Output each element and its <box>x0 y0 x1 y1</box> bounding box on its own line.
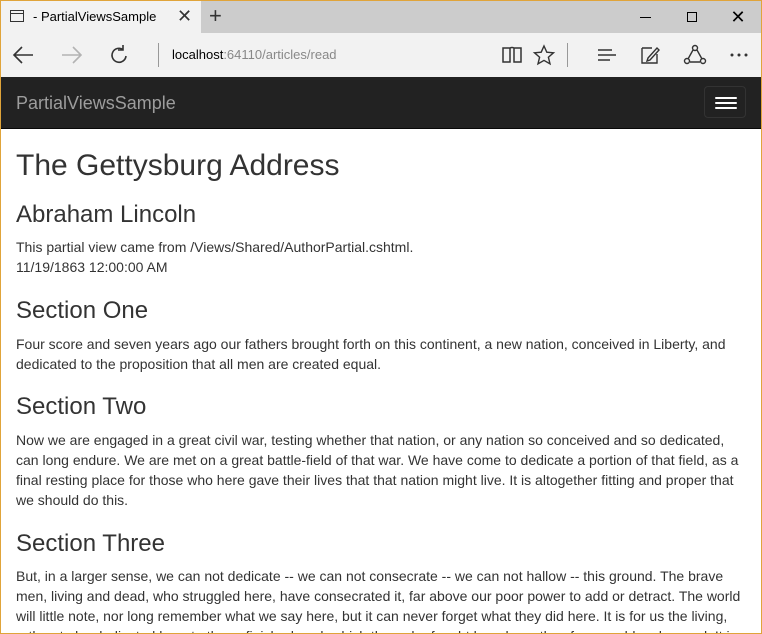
hamburger-icon-bar <box>715 102 737 104</box>
site-navbar: PartialViewsSample <box>1 77 761 129</box>
more-icon <box>730 53 748 57</box>
url-path: :64110/articles/read <box>223 47 337 62</box>
close-window-button[interactable]: ✕ <box>715 1 761 33</box>
arrow-right-icon <box>62 46 83 64</box>
more-button[interactable] <box>726 43 752 67</box>
share-button[interactable] <box>682 43 708 67</box>
share-icon <box>683 44 707 65</box>
partial-view-note: This partial view came from /Views/Share… <box>16 239 414 255</box>
toolbar-separator <box>567 43 568 67</box>
article-date: 11/19/1863 12:00:00 AM <box>16 259 168 275</box>
browser-tab[interactable]: - PartialViewsSample ✕ <box>1 1 201 33</box>
section-heading: Section Three <box>16 530 165 557</box>
hamburger-icon-bar <box>715 107 737 109</box>
url-host: localhost <box>172 47 224 62</box>
site-brand-link[interactable]: PartialViewsSample <box>16 93 176 114</box>
browser-toolbar: localhost:64110/articles/read <box>1 33 761 77</box>
reading-view-button[interactable] <box>499 43 525 67</box>
hub-icon <box>598 49 616 61</box>
close-tab-icon[interactable]: ✕ <box>177 6 192 26</box>
address-bar[interactable]: localhost:64110/articles/read <box>172 47 337 62</box>
pen-note-icon <box>641 46 660 64</box>
arrow-left-icon <box>12 46 33 64</box>
forward-button[interactable] <box>58 43 84 67</box>
address-separator <box>158 43 159 67</box>
new-tab-button[interactable]: + <box>209 4 222 28</box>
refresh-button[interactable] <box>106 43 132 67</box>
author-name: Abraham Lincoln <box>16 201 197 228</box>
hamburger-icon-bar <box>715 97 737 99</box>
refresh-icon <box>111 45 127 64</box>
section-text: But, in a larger sense, we can not dedic… <box>16 568 741 633</box>
book-icon <box>502 46 522 63</box>
section-text: Now we are engaged in a great civil war,… <box>16 432 739 508</box>
navbar-toggle-button[interactable] <box>704 86 746 118</box>
section-heading: Section One <box>16 297 149 324</box>
article-title: The Gettysburg Address <box>16 149 340 182</box>
section-text: Four score and seven years ago our fathe… <box>16 336 726 372</box>
minimize-button[interactable] <box>623 1 669 33</box>
section-heading: Section Two <box>16 393 147 420</box>
favorite-button[interactable] <box>531 43 557 67</box>
star-icon <box>532 44 556 66</box>
back-button[interactable] <box>11 43 37 67</box>
tab-strip: - PartialViewsSample ✕ + ✕ <box>1 1 761 33</box>
hub-button[interactable] <box>594 43 620 67</box>
maximize-button[interactable] <box>669 1 715 33</box>
browser-window: - PartialViewsSample ✕ + ✕ localhost:641… <box>0 0 762 634</box>
tab-title: - PartialViewsSample <box>33 9 157 24</box>
page-icon <box>10 10 24 22</box>
web-note-button[interactable] <box>638 43 664 67</box>
